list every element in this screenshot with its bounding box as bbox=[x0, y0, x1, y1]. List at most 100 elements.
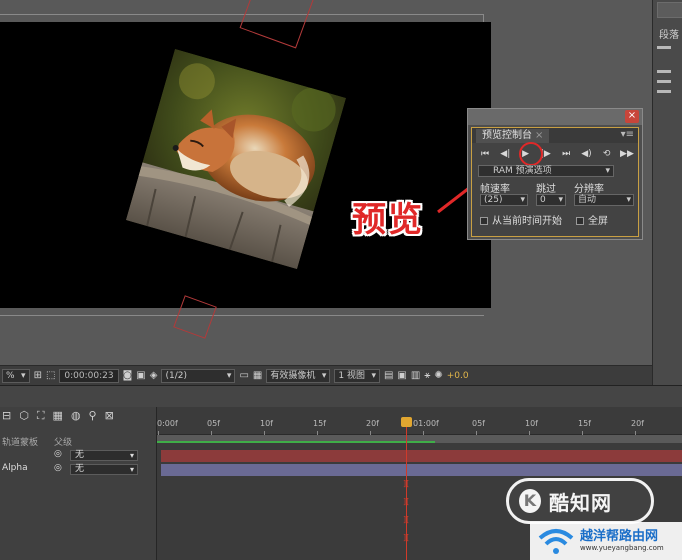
pick-whip-icon[interactable]: ◎ bbox=[54, 463, 62, 473]
timeline-tools: ⊟ ⬡ ⛶ ▦ ◍ ⚲ ⊠ bbox=[0, 409, 114, 423]
ram-preview-options-dropdown[interactable]: RAM 预演选项 ▾ bbox=[478, 165, 614, 177]
mask-visibility-icon[interactable]: ⬚ bbox=[46, 370, 55, 381]
viewer-frame-right bbox=[483, 14, 484, 22]
preview-control-window[interactable]: × 预览控制台 × ▾≡ ⏮ ◀| ▶ |▶ ⏭ ◀) ⟲ ▶▶ RAM 预演选项… bbox=[467, 108, 643, 240]
checkbox-box[interactable] bbox=[480, 217, 488, 225]
parent-column-header[interactable]: 父级 bbox=[54, 435, 72, 448]
exposure-value[interactable]: +0.0 bbox=[447, 371, 469, 381]
skip-dropdown[interactable]: 0 ▾ bbox=[536, 194, 566, 206]
toggle-pixel-aspect-icon[interactable]: ▤ bbox=[384, 370, 393, 381]
first-frame-button[interactable]: ⏮ bbox=[478, 149, 492, 159]
checkbox-box[interactable] bbox=[576, 217, 584, 225]
layer-list: ⊟ ⬡ ⛶ ▦ ◍ ⚲ ⊠ 轨道蒙板 父级 ◎ 无 Alpha ◎ 无 bbox=[0, 407, 157, 560]
preview-callout-label: 预览 bbox=[352, 200, 424, 240]
ruler-tick-label: 05f bbox=[472, 419, 485, 428]
current-time-indicator-head[interactable] bbox=[401, 417, 412, 427]
play-button-highlight bbox=[519, 142, 543, 166]
resolution-dropdown[interactable]: 自动 ▾ bbox=[574, 194, 634, 206]
comp-mini-flowchart-icon[interactable]: ⊟ bbox=[2, 409, 11, 423]
graph-editor-icon[interactable]: ⊠ bbox=[105, 409, 114, 423]
layer-row[interactable]: ◎ 无 bbox=[0, 449, 157, 461]
wifi-icon bbox=[538, 529, 574, 554]
viewer-frame-bottom bbox=[0, 315, 484, 316]
preview-tabbar: 预览控制台 × ▾≡ bbox=[472, 128, 638, 143]
last-frame-button[interactable]: ⏭ bbox=[559, 149, 573, 159]
reset-exposure-icon[interactable]: ✺ bbox=[434, 370, 442, 381]
chevron-down-icon: ▾ bbox=[520, 195, 525, 205]
skip-value: 0 bbox=[540, 195, 546, 205]
align-left-icon[interactable] bbox=[657, 46, 671, 49]
kuzhi-watermark-text: 酷知网 bbox=[549, 491, 612, 515]
previous-frame-button[interactable]: ◀| bbox=[498, 149, 512, 159]
timeline-icon[interactable]: ▥ bbox=[411, 370, 420, 381]
skip-label: 跳过 bbox=[536, 184, 556, 195]
transport-controls: ⏮ ◀| ▶ |▶ ⏭ ◀) ⟲ ▶▶ bbox=[478, 147, 634, 161]
keyframe-marker: ][ bbox=[403, 497, 410, 506]
region-of-interest-icon[interactable]: ▭ bbox=[239, 370, 248, 381]
ruler-tick-label: 15f bbox=[578, 419, 591, 428]
shy-layers-icon[interactable]: ⛶ bbox=[37, 409, 45, 423]
tab-close-icon[interactable]: × bbox=[535, 130, 543, 141]
panel-dropdown[interactable] bbox=[657, 2, 682, 18]
draft-3d-icon[interactable]: ⬡ bbox=[19, 409, 29, 423]
ram-preview-button[interactable]: ▶▶ bbox=[620, 149, 634, 159]
router-watermark: 越洋帮路由网 www.yueyangbang.com bbox=[530, 522, 682, 560]
color-channels-icon[interactable]: ◈ bbox=[150, 370, 158, 381]
paragraph-tab[interactable]: 段落 bbox=[659, 26, 679, 41]
flowchart-icon[interactable]: ⚹ bbox=[424, 370, 430, 381]
track-matte-column-header[interactable]: 轨道蒙板 bbox=[2, 435, 38, 448]
panel-menu-icon[interactable]: ▾≡ bbox=[621, 129, 634, 140]
close-icon[interactable]: × bbox=[625, 110, 639, 123]
indent-icon[interactable] bbox=[657, 90, 671, 93]
camera-dropdown[interactable]: 有效摄像机 bbox=[266, 368, 331, 383]
chevron-down-icon: ▾ bbox=[626, 195, 631, 205]
audio-button[interactable]: ◀) bbox=[579, 149, 593, 159]
parent-dropdown[interactable]: 无 bbox=[70, 464, 138, 475]
tab-preview-control[interactable]: 预览控制台 × bbox=[476, 129, 550, 143]
full-screen-label: 全屏 bbox=[588, 216, 608, 227]
tab-title: 预览控制台 bbox=[482, 130, 532, 141]
brainstorm-icon[interactable]: ⚲ bbox=[89, 409, 97, 423]
frame-rate-value: (25) bbox=[484, 195, 503, 205]
full-screen-checkbox[interactable]: 全屏 bbox=[576, 212, 608, 227]
view-layout-dropdown[interactable]: 1 视图 bbox=[334, 368, 380, 383]
camera-snapshot-icon[interactable]: ◙ bbox=[123, 370, 133, 381]
resolution-label: 分辨率 bbox=[574, 184, 604, 195]
show-snapshot-icon[interactable]: ▣ bbox=[136, 370, 145, 381]
frame-rate-dropdown[interactable]: (25) ▾ bbox=[480, 194, 528, 206]
frame-blending-icon[interactable]: ▦ bbox=[53, 409, 63, 423]
transparency-grid-icon[interactable]: ▦ bbox=[253, 370, 262, 381]
parent-dropdown[interactable]: 无 bbox=[70, 450, 138, 461]
ruler-tick-label: 15f bbox=[313, 419, 326, 428]
resolution-dropdown[interactable]: (1/2) bbox=[161, 368, 236, 383]
layer-duration-bar[interactable] bbox=[161, 464, 682, 476]
keyframe-marker: ][ bbox=[403, 533, 410, 542]
resolution-value: 自动 bbox=[578, 195, 597, 205]
ruler-tick-label: 05f bbox=[207, 419, 220, 428]
loop-button[interactable]: ⟲ bbox=[600, 149, 614, 159]
from-current-time-checkbox[interactable]: 从当前时间开始 bbox=[480, 212, 562, 227]
layer-row[interactable]: Alpha ◎ 无 bbox=[0, 463, 157, 475]
zoom-dropdown[interactable]: % bbox=[2, 368, 30, 383]
grid-icon[interactable]: ⊞ bbox=[34, 370, 42, 381]
keyframe-marker: ][ bbox=[403, 479, 410, 488]
window-titlebar[interactable]: × bbox=[468, 109, 642, 125]
layer-column-headers: 轨道蒙板 父级 bbox=[0, 435, 157, 448]
ruler-tick-label: 10f bbox=[260, 419, 273, 428]
work-area-bar[interactable] bbox=[157, 435, 682, 443]
fast-previews-icon[interactable]: ▣ bbox=[397, 370, 406, 381]
current-time-display[interactable]: 0:00:00:23 bbox=[59, 368, 119, 383]
time-ruler[interactable]: 0:00f 05f 10f 15f 20f 01:00f 05f 10f 15f… bbox=[157, 417, 682, 435]
chevron-down-icon: ▾ bbox=[605, 166, 610, 176]
indent-icon[interactable] bbox=[657, 80, 671, 83]
layer-duration-bar[interactable] bbox=[161, 450, 682, 462]
ruler-tick-label: 20f bbox=[366, 419, 379, 428]
frame-rate-label: 帧速率 bbox=[480, 184, 510, 195]
motion-blur-icon[interactable]: ◍ bbox=[71, 409, 81, 423]
kuzhi-logo: K bbox=[519, 489, 541, 513]
ram-preview-options-value: RAM 预演选项 bbox=[493, 166, 552, 176]
indent-icon[interactable] bbox=[657, 70, 671, 73]
from-current-time-label: 从当前时间开始 bbox=[492, 216, 562, 227]
pick-whip-icon[interactable]: ◎ bbox=[54, 449, 62, 459]
paragraph-panel[interactable]: 段落 bbox=[652, 0, 682, 385]
